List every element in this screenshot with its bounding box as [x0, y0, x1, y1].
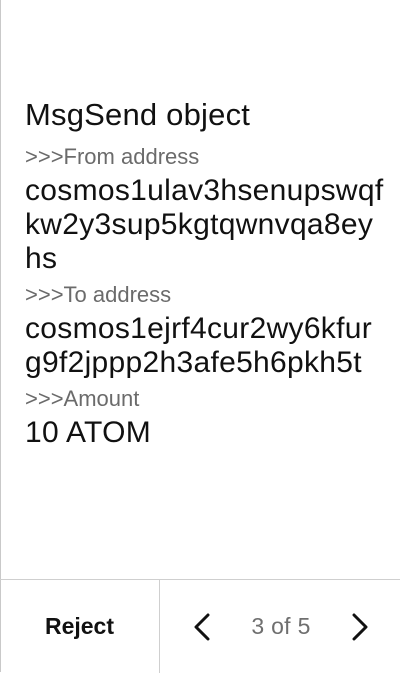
page-indicator: 3 of 5 [251, 613, 311, 639]
chevron-left-icon[interactable] [190, 610, 214, 644]
pager: 3 of 5 [160, 580, 400, 673]
to-address-section: >>>To address cosmos1ejrf4cur2wy6kfurg9f… [25, 280, 385, 380]
to-address-label: >>>To address [25, 282, 172, 307]
from-address-label: >>>From address [25, 144, 200, 169]
amount-section: >>>Amount 10 ATOM [25, 384, 385, 450]
reject-button[interactable]: Reject [0, 580, 160, 673]
amount-label: >>>Amount [25, 386, 140, 411]
chevron-right-icon[interactable] [348, 610, 372, 644]
from-address-value: cosmos1ulav3hsenupswqfkw2y3sup5kgtqwnvqa… [25, 174, 384, 275]
to-address-value: cosmos1ejrf4cur2wy6kfurg9f2jppp2h3afe5h6… [25, 312, 373, 379]
bottom-action-bar: Reject 3 of 5 [0, 579, 400, 673]
page-title: MsgSend object [25, 97, 251, 132]
amount-value: 10 ATOM [25, 416, 152, 449]
from-address-section: >>>From address cosmos1ulav3hsenupswqfkw… [25, 142, 385, 276]
message-details: MsgSend object >>>From address cosmos1ul… [25, 96, 385, 454]
screen-left-edge [0, 0, 1, 672]
